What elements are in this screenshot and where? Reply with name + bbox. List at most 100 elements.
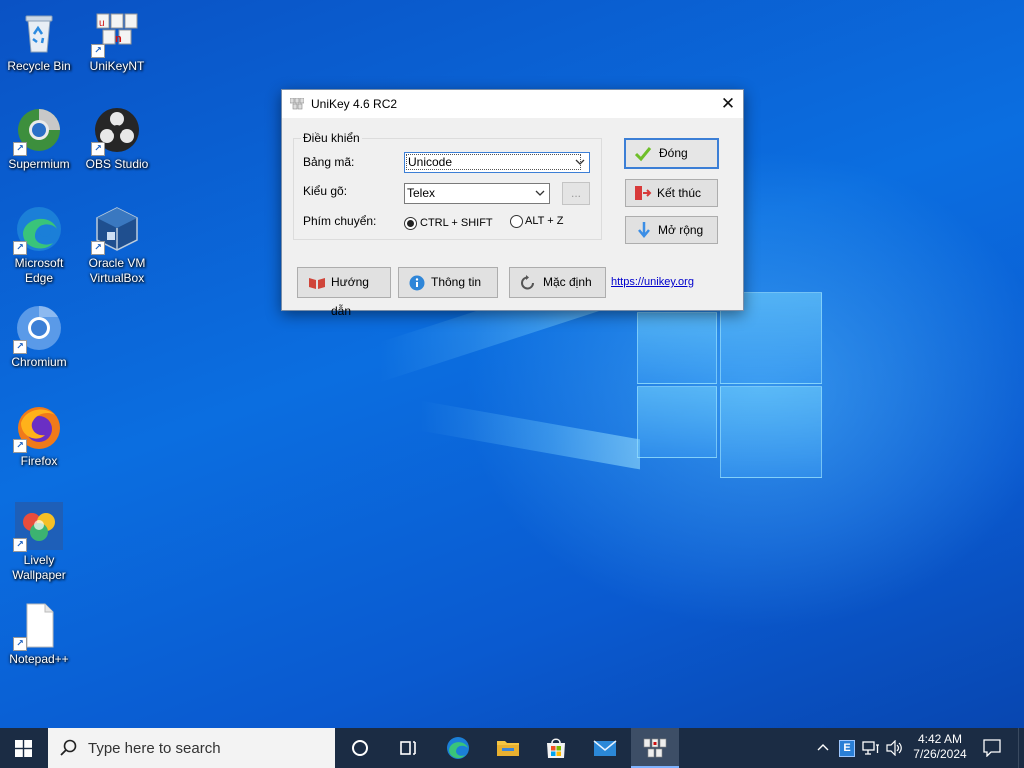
volume-tray[interactable] bbox=[884, 728, 906, 768]
input-method-select[interactable]: Telex bbox=[404, 183, 550, 204]
edge-icon bbox=[447, 737, 469, 759]
shortcut-arrow-icon: ↗ bbox=[91, 241, 105, 255]
chevron-up-icon bbox=[817, 744, 829, 751]
shortcut-arrow-icon: ↗ bbox=[91, 44, 105, 58]
task-view-button[interactable] bbox=[384, 728, 432, 768]
desktop-icon-unikeynt[interactable]: nu ↗ UniKeyNT bbox=[79, 8, 155, 74]
action-center-button[interactable] bbox=[978, 728, 1006, 768]
desktop-icon-microsoft-edge[interactable]: ↗ Microsoft Edge bbox=[1, 205, 77, 286]
desktop-icon-label: Microsoft Edge bbox=[14, 256, 64, 285]
chevron-down-icon bbox=[535, 190, 545, 196]
desktop-icon-obs-studio[interactable]: ↗ OBS Studio bbox=[79, 106, 155, 172]
expand-label: Mở rộng bbox=[658, 223, 704, 237]
cortana-button[interactable] bbox=[336, 728, 384, 768]
close-dialog-label: Đóng bbox=[659, 146, 688, 160]
exit-label: Kết thúc bbox=[657, 186, 702, 200]
network-tray[interactable] bbox=[860, 728, 882, 768]
desktop-icon-label: Lively Wallpaper bbox=[12, 553, 66, 582]
taskbar-search-box[interactable]: Type here to search bbox=[48, 728, 335, 768]
desktop-icon-recycle-bin[interactable]: Recycle Bin bbox=[1, 8, 77, 74]
firefox-icon: ↗ bbox=[13, 403, 63, 453]
radio-alt-z[interactable] bbox=[510, 215, 523, 228]
exit-door-icon bbox=[635, 186, 652, 200]
book-icon bbox=[309, 278, 325, 289]
search-icon bbox=[60, 739, 77, 756]
exit-button[interactable]: Kết thúc bbox=[625, 179, 718, 207]
notepadpp-icon: ↗ bbox=[13, 601, 63, 651]
desktop-icon-label: Firefox bbox=[20, 454, 58, 468]
taskbar-edge[interactable] bbox=[434, 728, 482, 768]
desktop-icon-supermium[interactable]: ↗ Supermium bbox=[1, 106, 77, 172]
info-button[interactable]: Thông tin bbox=[398, 267, 498, 298]
website-link[interactable]: https://unikey.org bbox=[611, 276, 694, 288]
network-icon bbox=[862, 741, 879, 755]
app-icon bbox=[289, 97, 305, 110]
radio-ctrl-shift[interactable] bbox=[404, 217, 417, 230]
clock[interactable]: 4:42 AM 7/26/2024 bbox=[906, 728, 974, 768]
desktop-icon-chromium[interactable]: ↗ Chromium bbox=[1, 304, 77, 370]
task-view-icon bbox=[400, 741, 416, 755]
desktop-icon-label: Supermium bbox=[8, 157, 70, 171]
desktop-icon-notepadpp[interactable]: ↗ Notepad++ bbox=[1, 601, 77, 667]
desktop: Recycle Bin nu ↗ UniKeyNT ↗ Supermium ↗ … bbox=[0, 0, 1024, 728]
mail-icon bbox=[593, 740, 617, 756]
radio-alt-z-label[interactable]: ALT + Z bbox=[525, 215, 563, 227]
wallpaper-light-beam bbox=[420, 400, 640, 470]
shortcut-arrow-icon: ↗ bbox=[13, 241, 27, 255]
desktop-icon-label: UniKeyNT bbox=[89, 59, 145, 73]
title-bar[interactable]: UniKey 4.6 RC2 ✕ bbox=[282, 90, 743, 118]
taskbar-microsoft-store[interactable] bbox=[532, 728, 580, 768]
supermium-icon: ↗ bbox=[13, 106, 63, 156]
default-label: Mặc định bbox=[543, 275, 592, 289]
desktop-icon-label: Oracle VM VirtualBox bbox=[88, 256, 146, 285]
show-hidden-icons-button[interactable] bbox=[813, 728, 833, 768]
desktop-icon-label: OBS Studio bbox=[85, 157, 149, 171]
charset-select[interactable]: Unicode bbox=[404, 152, 590, 173]
desktop-icon-label: Recycle Bin bbox=[7, 59, 71, 73]
default-button[interactable]: Mặc định bbox=[509, 267, 606, 298]
lively-wallpaper-icon: ↗ bbox=[13, 502, 63, 552]
shortcut-arrow-icon: ↗ bbox=[13, 637, 27, 651]
switch-key-label: Phím chuyển: bbox=[303, 214, 377, 228]
svg-text:u: u bbox=[99, 18, 105, 29]
desktop-icon-label: Chromium bbox=[11, 355, 67, 369]
expand-button[interactable]: Mở rộng bbox=[625, 216, 718, 244]
input-method-tray[interactable]: E bbox=[836, 728, 856, 768]
radio-ctrl-shift-label[interactable]: CTRL + SHIFT bbox=[420, 217, 493, 229]
desktop-icon-lively-wallpaper[interactable]: ↗ Lively Wallpaper bbox=[1, 502, 77, 583]
edge-icon: ↗ bbox=[13, 205, 63, 255]
more-options-button[interactable]: ... bbox=[562, 182, 590, 205]
chevron-down-icon bbox=[575, 159, 585, 165]
desktop-icon-virtualbox[interactable]: ↗ Oracle VM VirtualBox bbox=[79, 205, 155, 286]
taskbar: Type here to search E 4:42 AM 7/26/2024 bbox=[0, 728, 1024, 768]
window-title: UniKey 4.6 RC2 bbox=[311, 97, 398, 111]
clock-time: 4:42 AM bbox=[917, 732, 963, 746]
help-button[interactable]: Hướng dẫn bbox=[297, 267, 391, 318]
close-icon: ✕ bbox=[720, 94, 736, 113]
taskbar-file-explorer[interactable] bbox=[484, 728, 532, 768]
unikey-icon bbox=[643, 738, 667, 758]
search-placeholder: Type here to search bbox=[88, 740, 221, 757]
start-button[interactable] bbox=[0, 728, 48, 768]
info-label: Thông tin bbox=[431, 275, 482, 289]
taskbar-unikey[interactable] bbox=[631, 728, 679, 768]
unikey-dialog: UniKey 4.6 RC2 ✕ Điều khiển Bảng mã: Uni… bbox=[281, 89, 744, 318]
recycle-bin-icon bbox=[15, 8, 63, 56]
unikey-icon: nu ↗ bbox=[91, 8, 141, 58]
shortcut-arrow-icon: ↗ bbox=[13, 439, 27, 453]
charset-label: Bảng mã: bbox=[303, 155, 355, 169]
chromium-icon: ↗ bbox=[13, 304, 63, 354]
input-method-value: Telex bbox=[407, 186, 436, 200]
show-desktop-button[interactable] bbox=[1018, 728, 1024, 768]
desktop-icon-firefox[interactable]: ↗ Firefox bbox=[1, 403, 77, 469]
info-icon bbox=[409, 275, 425, 291]
taskbar-mail[interactable] bbox=[581, 728, 629, 768]
unikey-e-icon: E bbox=[839, 740, 855, 757]
close-window-button[interactable]: ✕ bbox=[713, 90, 743, 118]
close-dialog-button[interactable]: Đóng bbox=[624, 138, 719, 169]
desktop-icon-label: Notepad++ bbox=[9, 652, 69, 666]
charset-value: Unicode bbox=[405, 154, 582, 170]
shortcut-arrow-icon: ↗ bbox=[13, 142, 27, 156]
shortcut-arrow-icon: ↗ bbox=[91, 142, 105, 156]
group-title: Điều khiển bbox=[301, 131, 362, 145]
